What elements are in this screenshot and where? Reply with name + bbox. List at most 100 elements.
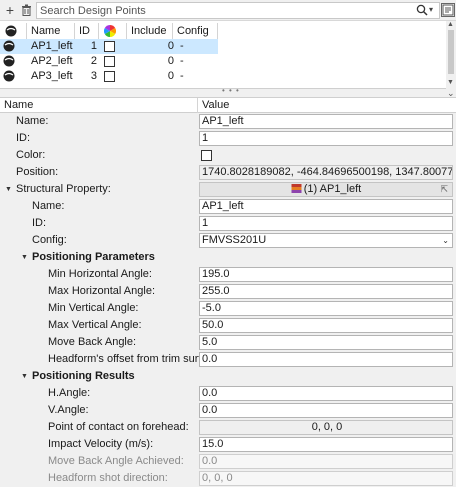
- config-label: Config:: [32, 234, 67, 246]
- scrollbar-thumb[interactable]: [448, 30, 454, 74]
- collapse-arrow-icon[interactable]: ▼: [5, 181, 12, 198]
- property-row-min-v: Min Vertical Angle: -5.0: [0, 300, 456, 317]
- row-config: -: [180, 70, 184, 82]
- group-positioning-parameters: ▼ Positioning Parameters: [0, 249, 456, 266]
- color-checkbox[interactable]: [104, 41, 115, 52]
- chevron-down-icon[interactable]: ⌄: [442, 234, 449, 247]
- contact-field[interactable]: 0, 0, 0: [199, 420, 453, 435]
- property-row-headform-shot: Headform shot direction: 0, 0, 0: [0, 470, 456, 487]
- collapse-arrow-icon[interactable]: ▼: [21, 249, 28, 266]
- min-h-label: Min Horizontal Angle:: [48, 268, 152, 280]
- row-name: AP1_left: [31, 40, 73, 52]
- property-row-max-v: Max Vertical Angle: 50.0: [0, 317, 456, 334]
- group-positioning-results: ▼ Positioning Results: [0, 368, 456, 385]
- id-field[interactable]: 1: [199, 131, 453, 146]
- headform-offset-field[interactable]: 0.0: [199, 352, 453, 367]
- property-row-contact: Point of contact on forehead: 0, 0, 0: [0, 419, 456, 436]
- color-checkbox[interactable]: [104, 56, 115, 67]
- structural-property-button[interactable]: (1) AP1_left ⇱: [199, 182, 453, 197]
- table-header: Name ID Include Config: [0, 23, 446, 39]
- row-config: -: [180, 55, 184, 67]
- min-h-field[interactable]: 195.0: [199, 267, 453, 282]
- sp-id-label: ID:: [32, 217, 47, 229]
- property-row-color: Color:: [0, 147, 456, 164]
- sp-name-field[interactable]: AP1_left: [199, 199, 453, 214]
- max-h-field[interactable]: 255.0: [199, 284, 453, 299]
- min-v-label: Min Vertical Angle:: [48, 302, 139, 314]
- table-row[interactable]: AP3_left 3 0 -: [0, 69, 446, 84]
- v-angle-label: V.Angle:: [48, 404, 89, 416]
- row-id: 2: [90, 55, 97, 67]
- table-scrollbar[interactable]: ▲ ▼: [446, 21, 456, 89]
- search-input[interactable]: [39, 3, 409, 18]
- max-v-label: Max Vertical Angle:: [48, 319, 142, 331]
- column-header-color[interactable]: [99, 23, 127, 39]
- row-include: 0: [167, 70, 174, 82]
- sp-name-label: Name:: [32, 200, 65, 212]
- collapse-arrow-icon[interactable]: ▼: [21, 368, 28, 385]
- id-label: ID:: [16, 132, 31, 144]
- magnifier-icon[interactable]: [416, 4, 428, 16]
- headform-shot-label: Headform shot direction:: [48, 472, 168, 484]
- headform-offset-label: Headform's offset from trim surface:: [48, 353, 223, 365]
- position-field[interactable]: 1740.8028189082, -464.84696500198, 1347.…: [199, 165, 453, 180]
- row-id: 1: [90, 40, 97, 52]
- v-angle-field[interactable]: 0.0: [199, 403, 453, 418]
- min-v-field[interactable]: -5.0: [199, 301, 453, 316]
- structural-property-value: (1) AP1_left: [303, 183, 362, 195]
- config-select[interactable]: FMVSS201U ⌄: [199, 233, 453, 248]
- property-row-position: Position: 1740.8028189082, -464.84696500…: [0, 164, 456, 181]
- splitter-grip: • • •: [222, 86, 240, 95]
- property-row-config: Config: FMVSS201U ⌄: [0, 232, 456, 249]
- panel-splitter[interactable]: • • • ⌄: [0, 86, 456, 98]
- row-include: 0: [167, 40, 174, 52]
- row-include: 0: [167, 55, 174, 67]
- property-row-headform-offset: Headform's offset from trim surface: 0.0: [0, 351, 456, 368]
- move-back-field[interactable]: 5.0: [199, 335, 453, 350]
- property-row-sp-id: ID: 1: [0, 215, 456, 232]
- impact-field[interactable]: 15.0: [199, 437, 453, 452]
- name-field[interactable]: AP1_left: [199, 114, 453, 129]
- scroll-down-icon[interactable]: ▼: [447, 79, 454, 86]
- property-row-min-h: Min Horizontal Angle: 195.0: [0, 266, 456, 283]
- search-box: ▾: [36, 2, 440, 19]
- property-row-v-angle: V.Angle: 0.0: [0, 402, 456, 419]
- name-label: Name:: [16, 115, 49, 127]
- column-header-name: Name: [4, 99, 34, 111]
- property-row-h-angle: H.Angle: 0.0: [0, 385, 456, 402]
- row-name: AP3_left: [31, 70, 73, 82]
- max-v-field[interactable]: 50.0: [199, 318, 453, 333]
- design-point-icon: [3, 70, 15, 82]
- position-label: Position:: [16, 166, 59, 178]
- property-row-move-back: Move Back Angle: 5.0: [0, 334, 456, 351]
- table-row[interactable]: AP1_left 1 0 -: [0, 39, 446, 54]
- column-header-value: Value: [202, 99, 230, 111]
- move-back-label: Move Back Angle:: [48, 336, 137, 348]
- table-row[interactable]: AP2_left 2 0 -: [0, 54, 446, 69]
- delete-icon[interactable]: [18, 2, 34, 18]
- search-dropdown-icon[interactable]: ▾: [429, 5, 433, 14]
- property-row-sp-name: Name: AP1_left: [0, 198, 456, 215]
- scroll-up-icon[interactable]: ▲: [447, 21, 454, 28]
- config-value: FMVSS201U: [202, 234, 267, 246]
- max-h-label: Max Horizontal Angle:: [48, 285, 155, 297]
- filter-icon[interactable]: [441, 3, 455, 17]
- property-row-name: Name: AP1_left: [0, 113, 456, 130]
- color-checkbox[interactable]: [104, 71, 115, 82]
- status-column-icon[interactable]: [0, 23, 27, 39]
- column-header-config[interactable]: Config: [173, 23, 218, 39]
- row-config: -: [180, 40, 184, 52]
- positioning-results-heading: Positioning Results: [32, 370, 135, 382]
- design-point-icon: [3, 40, 15, 52]
- h-angle-field[interactable]: 0.0: [199, 386, 453, 401]
- pick-cursor-icon[interactable]: ⇱: [440, 183, 448, 196]
- column-header-include[interactable]: Include: [127, 23, 173, 39]
- column-header-name[interactable]: Name: [27, 23, 75, 39]
- property-row-structural: ▼ Structural Property: (1) AP1_left ⇱: [0, 181, 456, 198]
- move-back-achieved-label: Move Back Angle Achieved:: [48, 455, 184, 467]
- impact-label: Impact Velocity (m/s):: [48, 438, 154, 450]
- color-swatch[interactable]: [201, 150, 212, 161]
- add-icon[interactable]: +: [2, 2, 18, 18]
- column-header-id[interactable]: ID: [75, 23, 99, 39]
- sp-id-field[interactable]: 1: [199, 216, 453, 231]
